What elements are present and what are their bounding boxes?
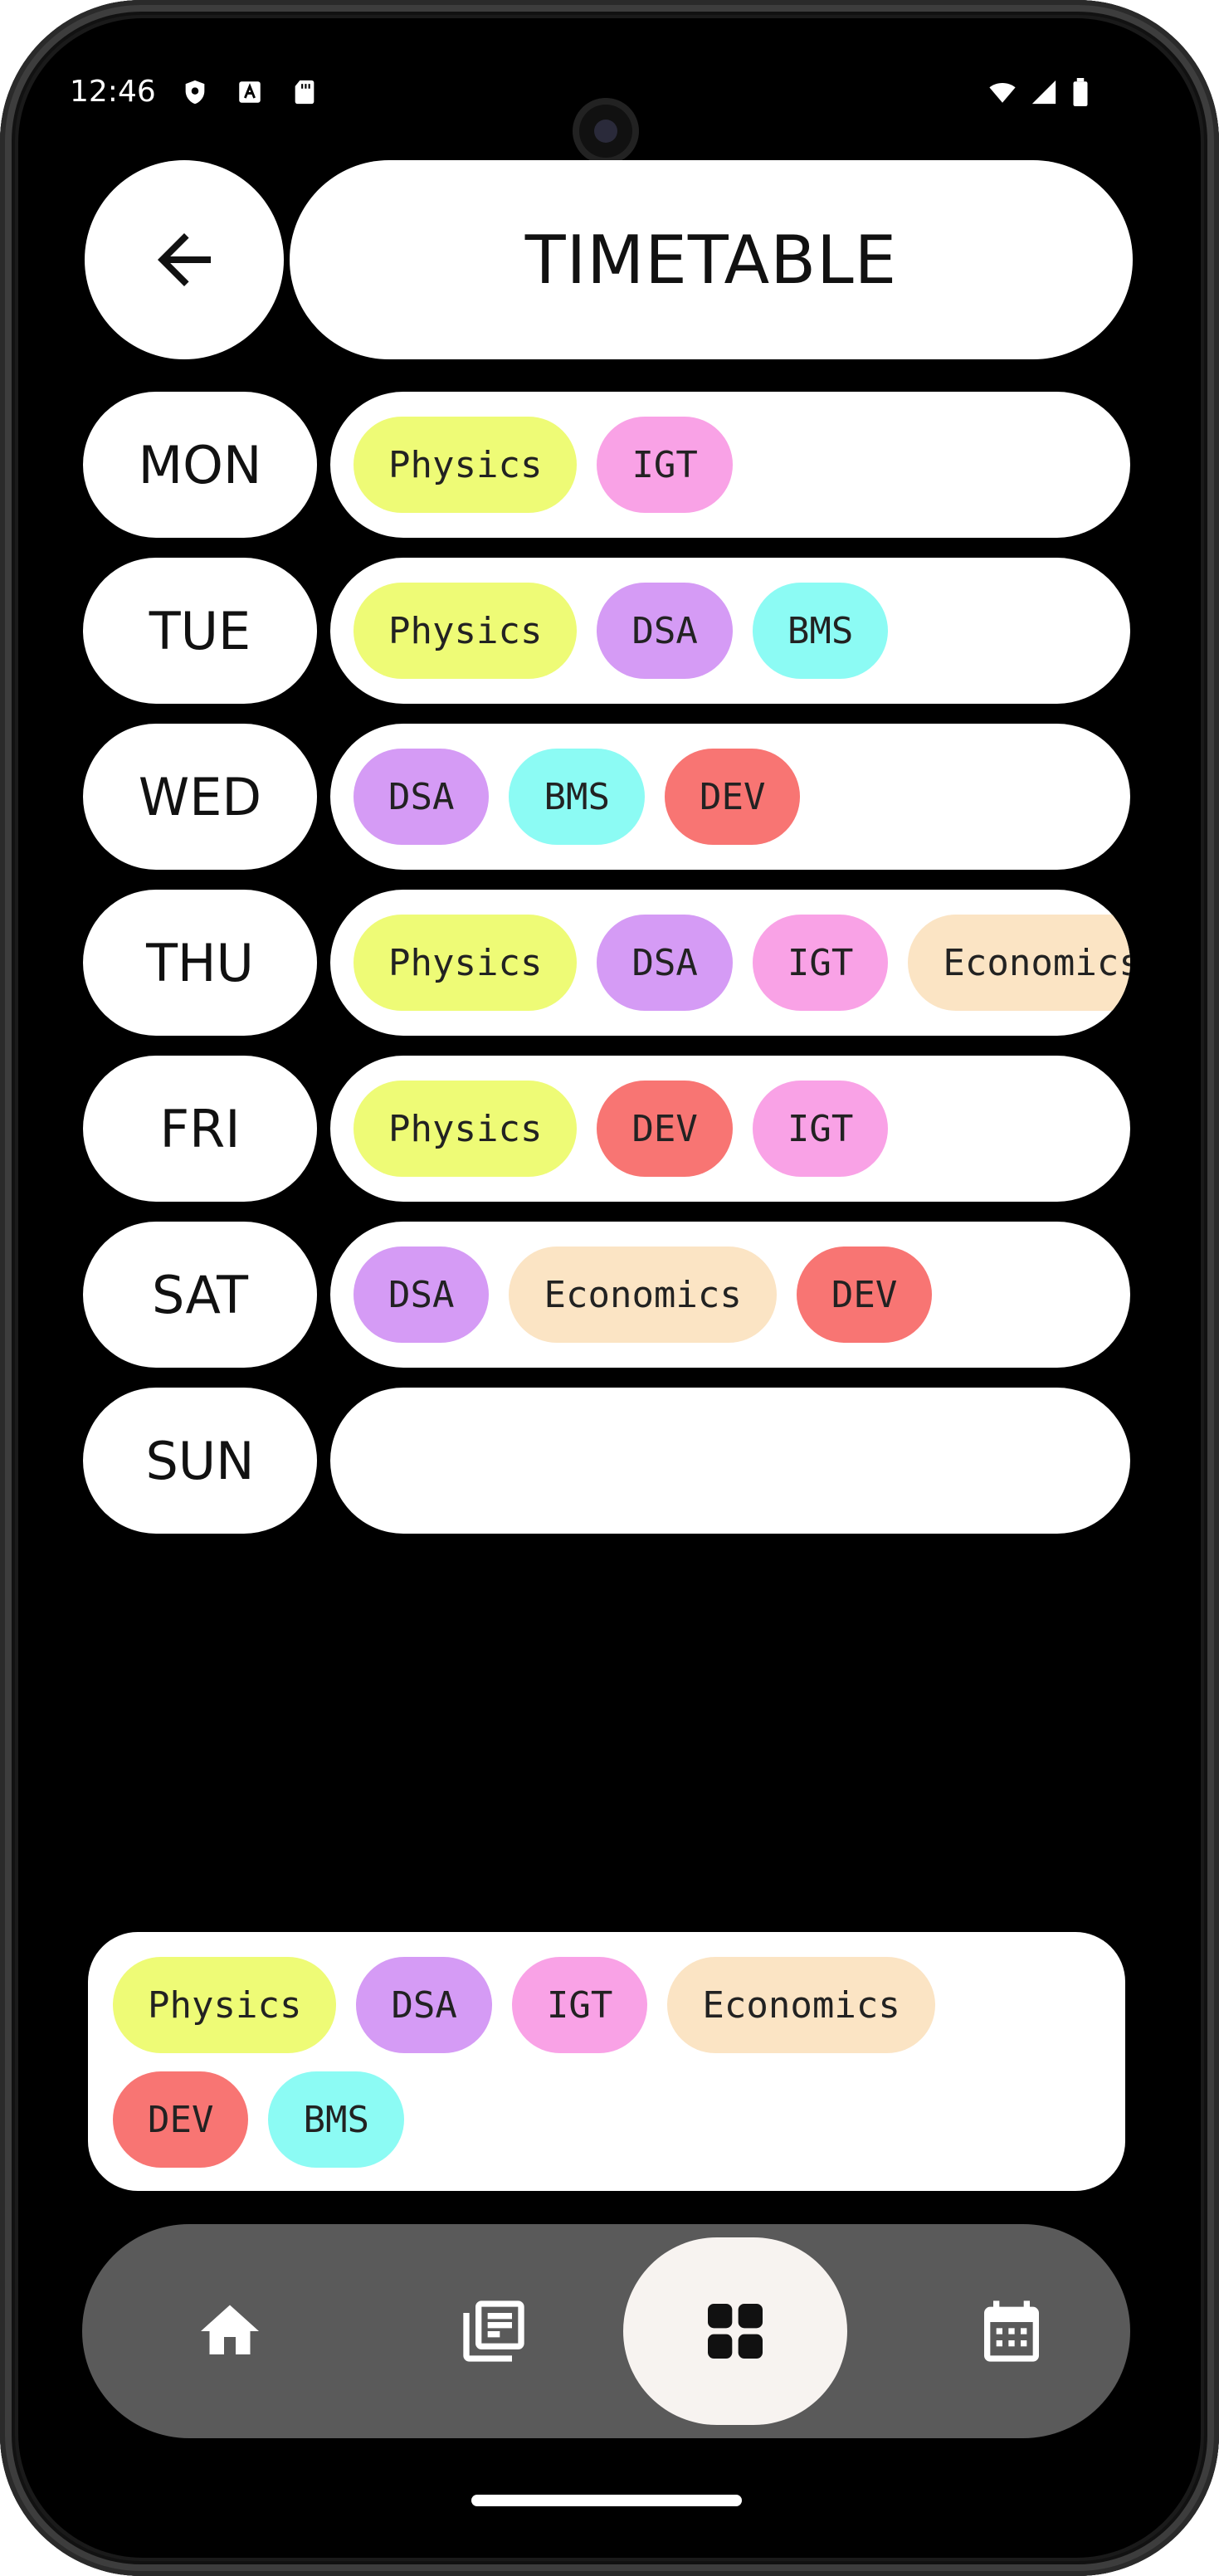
subject-chip[interactable]: DEV <box>597 1081 733 1177</box>
subject-chip[interactable]: Physics <box>354 583 578 679</box>
subject-chip[interactable]: IGT <box>752 915 889 1011</box>
timetable-row-thu: THU Physics DSA IGT Economics <box>83 890 1148 1036</box>
day-subjects[interactable]: Physics DSA BMS <box>330 558 1130 704</box>
day-subjects[interactable]: Physics IGT <box>330 392 1130 538</box>
sd-card-icon <box>295 80 315 105</box>
phone-frame: 12:46 TIMETABLE MON Physics IGT TUE Phys… <box>0 0 1219 2576</box>
day-subjects[interactable]: DSA BMS DEV <box>330 724 1130 870</box>
day-label[interactable]: MON <box>83 392 317 538</box>
back-button[interactable] <box>85 160 284 359</box>
subject-chip[interactable]: IGT <box>752 1081 889 1177</box>
day-label[interactable]: FRI <box>83 1056 317 1202</box>
subject-chip[interactable]: Physics <box>354 1081 578 1177</box>
legend-row: DEV BMS <box>113 2071 404 2168</box>
day-label[interactable]: TUE <box>83 558 317 704</box>
timetable-row-wed: WED DSA BMS DEV <box>83 724 1148 870</box>
subject-chip-list: DSA Economics DEV <box>354 1247 933 1343</box>
day-subjects[interactable]: Physics DSA IGT Economics <box>330 890 1130 1036</box>
legend-chip[interactable]: Economics <box>667 1957 935 2053</box>
legend-row: Physics DSA IGT Economics <box>113 1957 935 2053</box>
timetable-row-tue: TUE Physics DSA BMS <box>83 558 1148 704</box>
subject-chip[interactable]: DEV <box>796 1247 933 1343</box>
legend-chip[interactable]: DSA <box>356 1957 492 2053</box>
subject-chip-list: Physics IGT <box>354 417 733 513</box>
page-title: TIMETABLE <box>290 160 1133 359</box>
day-subjects[interactable] <box>330 1388 1130 1534</box>
subject-chip[interactable]: IGT <box>597 417 733 513</box>
arrow-left-icon <box>158 233 211 286</box>
timetable-row-fri: FRI Physics DEV IGT <box>83 1056 1148 1202</box>
day-label[interactable]: THU <box>83 890 317 1036</box>
wifi-icon <box>989 83 1016 103</box>
grid-view-icon <box>708 2304 763 2359</box>
subject-chip[interactable]: DSA <box>354 1247 490 1343</box>
timetable-row-sun: SUN <box>83 1388 1148 1534</box>
subject-chip[interactable]: Economics <box>509 1247 777 1343</box>
subject-chip[interactable]: DEV <box>664 749 801 845</box>
subject-legend: Physics DSA IGT Economics DEV BMS <box>88 1932 1125 2191</box>
a-box-icon <box>239 81 261 103</box>
shield-icon <box>185 80 205 105</box>
bottom-nav <box>82 2224 1130 2438</box>
subject-chip[interactable]: DSA <box>354 749 490 845</box>
signal-icon <box>1031 80 1056 105</box>
subject-chip[interactable]: DSA <box>597 915 733 1011</box>
day-subjects[interactable]: Physics DEV IGT <box>330 1056 1130 1202</box>
home-indicator[interactable] <box>471 2495 742 2506</box>
subject-chip-list: Physics DSA IGT Economics <box>354 915 1130 1011</box>
subject-chip-list: Physics DEV IGT <box>354 1081 889 1177</box>
library-books-icon <box>463 2300 524 2362</box>
day-label[interactable]: SAT <box>83 1222 317 1368</box>
subject-chip[interactable]: BMS <box>752 583 889 679</box>
legend-chip[interactable]: BMS <box>268 2071 404 2168</box>
subject-chip[interactable]: Physics <box>354 915 578 1011</box>
subject-chip[interactable]: BMS <box>509 749 645 845</box>
day-label[interactable]: WED <box>83 724 317 870</box>
subject-chip-list: DSA BMS DEV <box>354 749 801 845</box>
day-subjects[interactable]: DSA Economics DEV <box>330 1222 1130 1368</box>
day-label[interactable]: SUN <box>83 1388 317 1534</box>
battery-icon <box>1073 78 1088 106</box>
legend-chip[interactable]: DEV <box>113 2071 249 2168</box>
screen: 12:46 TIMETABLE MON Physics IGT TUE Phys… <box>18 18 1201 2558</box>
subject-chip[interactable]: Economics <box>908 915 1130 1011</box>
calendar-icon <box>984 2300 1039 2362</box>
nav-library[interactable] <box>427 2224 560 2438</box>
front-camera <box>573 98 639 164</box>
subject-chip-list: Physics DSA BMS <box>354 583 889 679</box>
timetable-row-mon: MON Physics IGT <box>83 392 1148 538</box>
timetable-row-sat: SAT DSA Economics DEV <box>83 1222 1148 1368</box>
subject-chip[interactable]: DSA <box>597 583 733 679</box>
home-icon <box>201 2305 259 2354</box>
nav-grid-active[interactable] <box>623 2237 847 2425</box>
status-time: 12:46 <box>70 75 156 109</box>
nav-home[interactable] <box>163 2224 296 2438</box>
nav-calendar[interactable] <box>945 2224 1078 2438</box>
legend-chip[interactable]: Physics <box>113 1957 337 2053</box>
subject-chip[interactable]: Physics <box>354 417 578 513</box>
legend-chip[interactable]: IGT <box>511 1957 648 2053</box>
